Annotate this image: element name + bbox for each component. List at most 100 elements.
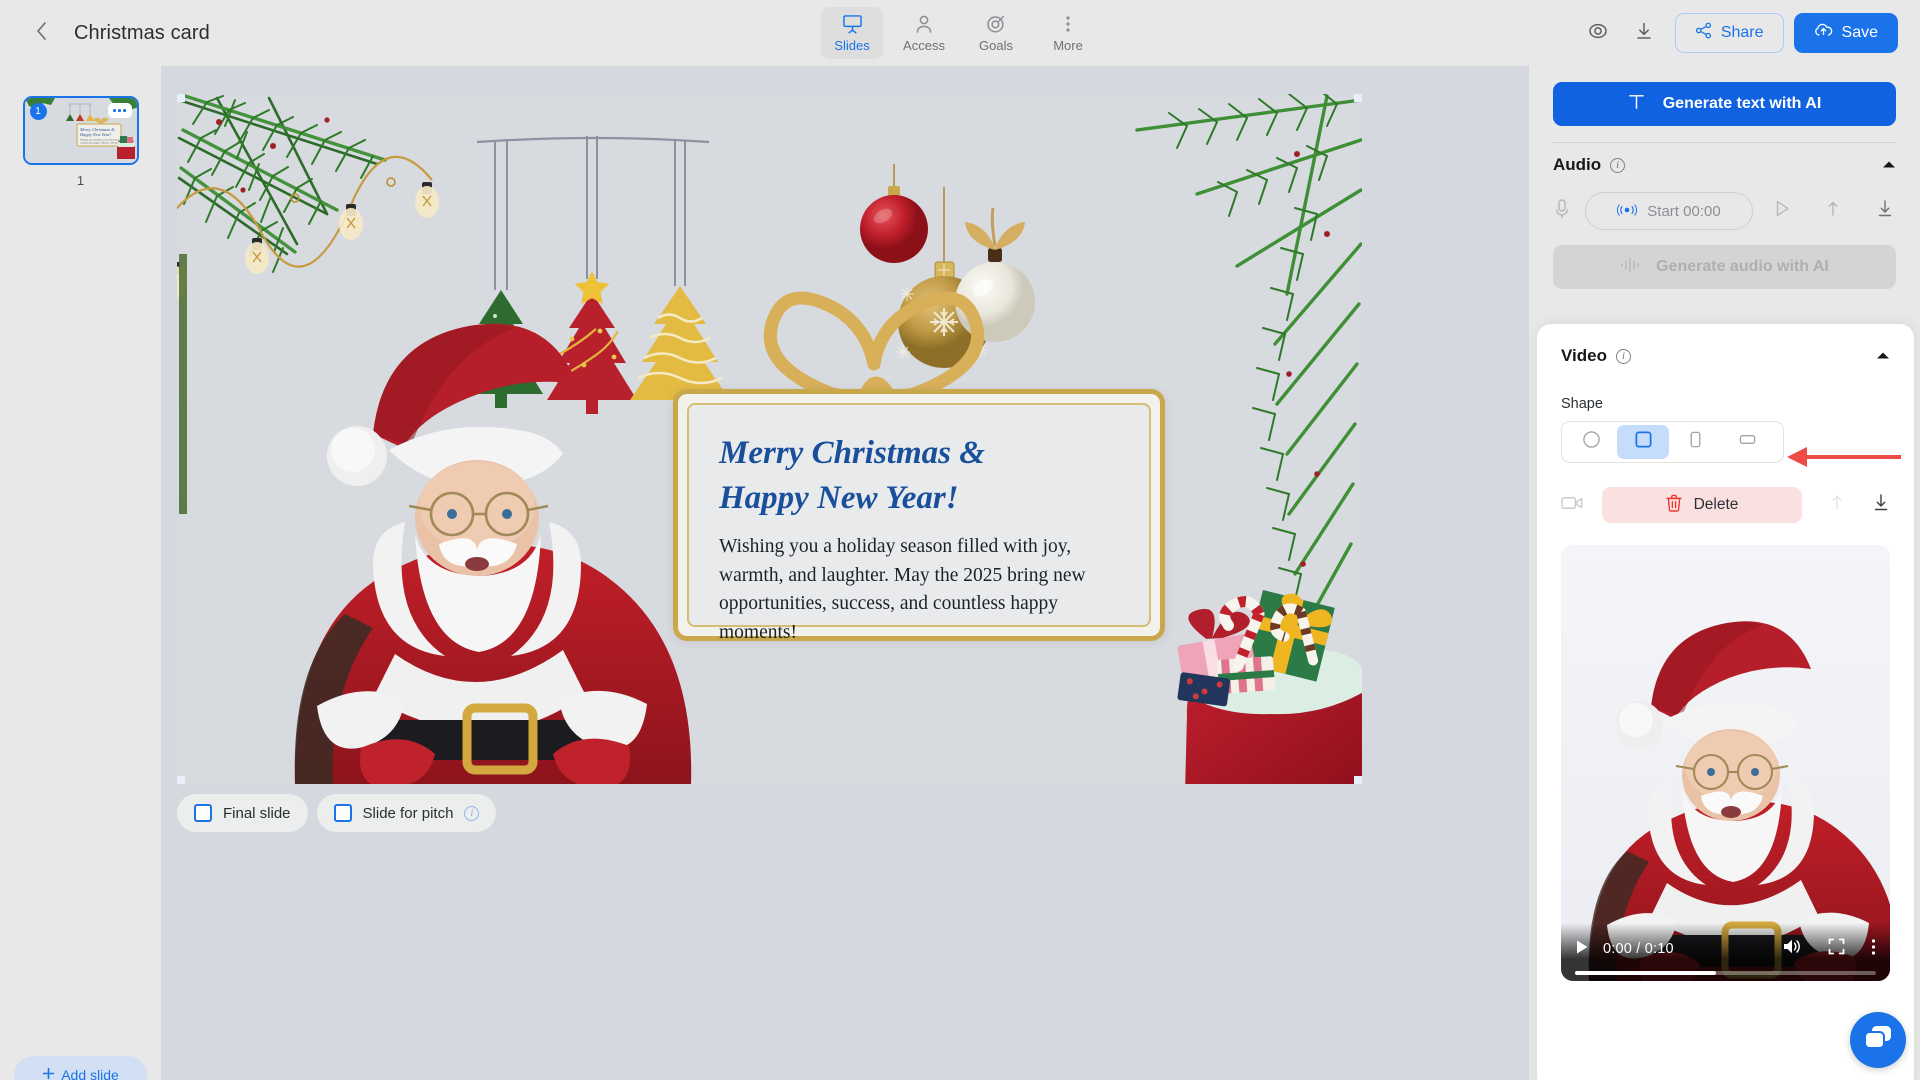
toggle-final-slide[interactable]: Final slide xyxy=(177,794,308,832)
portrait-rect-icon xyxy=(1686,430,1705,454)
selection-handle-bottom-right[interactable] xyxy=(1354,776,1362,784)
download-icon[interactable] xyxy=(1876,199,1894,223)
app-header: Christmas card Slides xyxy=(0,0,1920,66)
slide-option-toggles: Final slide Slide for pitch i xyxy=(177,794,496,832)
video-section-header: Video i xyxy=(1561,334,1890,378)
info-icon[interactable]: i xyxy=(464,806,479,821)
video-actions-row: Delete xyxy=(1561,487,1890,523)
video-time-display: 0:00 / 0:10 xyxy=(1603,941,1674,957)
right-panel: Generate text with AI Audio i xyxy=(1529,66,1920,1080)
checkbox-final-slide[interactable] xyxy=(194,804,212,822)
waveform-icon xyxy=(1620,257,1640,278)
nav-item-access[interactable]: Access xyxy=(893,7,955,59)
nav-label-access: Access xyxy=(903,38,945,53)
video-progress-fill xyxy=(1575,971,1716,975)
download-icon xyxy=(1634,21,1654,46)
chevron-left-icon xyxy=(35,21,48,46)
audio-section-title: Audio xyxy=(1553,155,1601,175)
info-icon[interactable]: i xyxy=(1610,158,1625,173)
selection-handle-top-right[interactable] xyxy=(1354,94,1362,102)
share-nodes-icon xyxy=(1695,22,1712,44)
generate-audio-label: Generate audio with AI xyxy=(1656,258,1829,276)
ellipsis-icon xyxy=(118,109,121,112)
landscape-rect-icon xyxy=(1738,430,1757,454)
checkbox-slide-for-pitch[interactable] xyxy=(334,804,352,822)
generate-audio-with-ai-button[interactable]: Generate audio with AI xyxy=(1553,245,1896,289)
upload-icon[interactable] xyxy=(1824,199,1842,223)
nav-item-goals[interactable]: Goals xyxy=(965,7,1027,59)
upload-icon[interactable] xyxy=(1828,493,1846,517)
nav-item-more[interactable]: More xyxy=(1037,7,1099,59)
shape-option-portrait-rect[interactable] xyxy=(1669,425,1721,459)
save-button[interactable]: Save xyxy=(1794,13,1898,53)
video-section-title: Video xyxy=(1561,346,1607,366)
slide-thumbnail-wrap: 1 xyxy=(23,96,139,188)
generate-text-with-ai-button[interactable]: Generate text with AI xyxy=(1553,82,1896,126)
shape-option-landscape-rect[interactable] xyxy=(1721,425,1773,459)
caret-up-icon[interactable] xyxy=(1876,347,1890,365)
record-dot-icon xyxy=(1617,203,1637,220)
video-section-card: Video i Shape xyxy=(1537,324,1914,1080)
presentation-icon xyxy=(842,13,863,35)
ellipsis-icon xyxy=(113,109,116,112)
delete-video-button[interactable]: Delete xyxy=(1602,487,1802,523)
slide-number-badge: 1 xyxy=(30,103,47,120)
share-label: Share xyxy=(1721,24,1764,42)
slide-surface[interactable]: Merry Christmas & Happy New Year! Wishin… xyxy=(177,94,1362,784)
dots-vertical-icon xyxy=(1065,13,1071,35)
download-button[interactable] xyxy=(1621,13,1667,53)
nav-label-goals: Goals xyxy=(979,38,1013,53)
person-icon xyxy=(914,13,934,35)
video-controls-right xyxy=(1782,938,1876,961)
toggle-final-slide-label: Final slide xyxy=(223,805,291,822)
info-icon[interactable]: i xyxy=(1616,349,1631,364)
chat-bubbles-icon xyxy=(1863,1024,1893,1057)
download-icon[interactable] xyxy=(1872,493,1890,517)
greeting-heading-line1: Merry Christmas & xyxy=(719,431,1119,476)
add-slide-button[interactable]: Add slide xyxy=(14,1056,147,1080)
header-actions: Share Save xyxy=(1575,13,1898,53)
back-button[interactable] xyxy=(24,16,58,50)
dots-vertical-icon[interactable] xyxy=(1871,938,1876,961)
record-label: Start 00:00 xyxy=(1647,203,1720,220)
play-triangle-icon[interactable] xyxy=(1575,939,1589,960)
greeting-card-inner: Merry Christmas & Happy New Year! Wishin… xyxy=(687,403,1151,627)
document-title: Christmas card xyxy=(74,22,210,45)
audio-section-header: Audio i xyxy=(1553,143,1896,187)
preview-button[interactable] xyxy=(1575,13,1621,53)
slide-caption: 1 xyxy=(23,173,139,188)
nav-label-slides: Slides xyxy=(834,38,869,53)
slide-menu-button[interactable] xyxy=(108,103,132,118)
selection-handle-bottom-left[interactable] xyxy=(177,776,185,784)
share-button[interactable]: Share xyxy=(1675,13,1784,53)
video-progress-bar[interactable] xyxy=(1575,971,1876,975)
video-camera-icon[interactable] xyxy=(1561,495,1584,516)
play-triangle-icon[interactable] xyxy=(1775,200,1790,222)
slide-canvas: Merry Christmas & Happy New Year! Wishin… xyxy=(161,66,1529,1080)
trash-icon xyxy=(1666,494,1682,517)
cloud-upload-icon xyxy=(1814,22,1833,44)
selection-handle-top-left[interactable] xyxy=(177,94,185,102)
shape-selector xyxy=(1561,421,1784,463)
shape-option-circle[interactable] xyxy=(1565,425,1617,459)
greeting-card[interactable]: Merry Christmas & Happy New Year! Wishin… xyxy=(673,389,1165,641)
start-recording-button[interactable]: Start 00:00 xyxy=(1585,192,1753,230)
speaker-icon[interactable] xyxy=(1782,938,1802,960)
square-icon xyxy=(1634,430,1653,454)
nav-item-slides[interactable]: Slides xyxy=(821,7,883,59)
fullscreen-icon[interactable] xyxy=(1828,938,1845,960)
shape-option-square[interactable] xyxy=(1617,425,1669,459)
toggle-slide-for-pitch[interactable]: Slide for pitch i xyxy=(317,794,497,832)
caret-up-icon[interactable] xyxy=(1882,156,1896,174)
shape-label: Shape xyxy=(1561,396,1890,412)
slide-frame[interactable]: Merry Christmas & Happy New Year! Wishin… xyxy=(177,94,1362,784)
audio-action-icons xyxy=(1775,199,1896,223)
chat-widget-button[interactable] xyxy=(1850,1012,1906,1068)
video-preview[interactable]: 0:00 / 0:10 xyxy=(1561,545,1890,981)
nav-label-more: More xyxy=(1053,38,1083,53)
video-preview-frame xyxy=(1561,545,1890,981)
audio-recorder-row: Start 00:00 xyxy=(1553,187,1896,235)
vertical-pine-strip xyxy=(179,254,187,514)
slide-thumbnail-1[interactable]: 1 xyxy=(23,96,139,165)
microphone-icon[interactable] xyxy=(1553,198,1571,225)
